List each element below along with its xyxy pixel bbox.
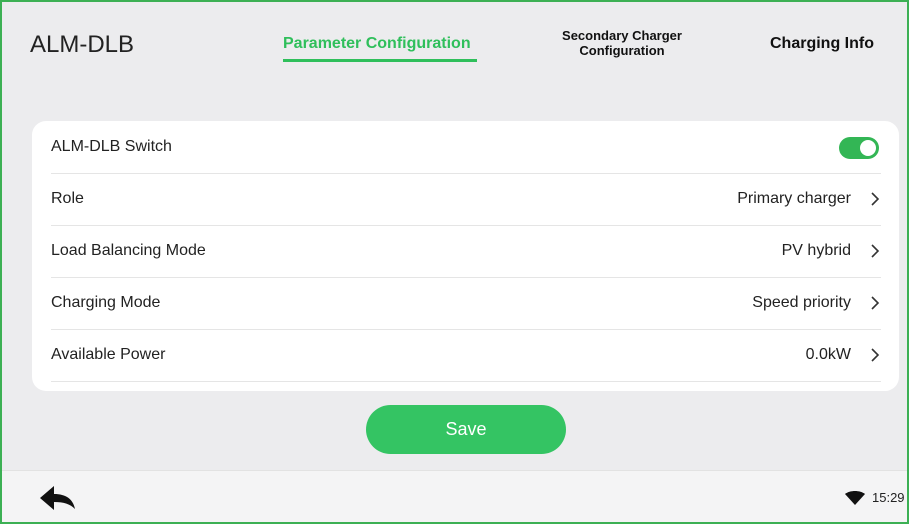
role-row[interactable]: Role Primary charger <box>51 173 881 226</box>
load-balancing-mode-row[interactable]: Load Balancing Mode PV hybrid <box>51 225 881 278</box>
chevron-right-icon <box>871 192 880 206</box>
charging-mode-value: Speed priority <box>752 294 851 311</box>
alm-dlb-switch-row: ALM-DLB Switch <box>51 121 881 174</box>
available-power-row[interactable]: Available Power 0.0kW <box>51 329 881 382</box>
chevron-right-icon <box>871 348 880 362</box>
charging-mode-label: Charging Mode <box>51 294 161 311</box>
chevron-right-icon <box>871 296 880 310</box>
tab-charging-info[interactable]: Charging Info <box>770 35 874 53</box>
wifi-icon <box>845 491 865 505</box>
alm-dlb-switch-label: ALM-DLB Switch <box>51 138 172 155</box>
load-balancing-mode-label: Load Balancing Mode <box>51 242 206 259</box>
charging-mode-row[interactable]: Charging Mode Speed priority <box>51 277 881 330</box>
tab-parameter-configuration[interactable]: Parameter Configuration <box>283 35 471 53</box>
tab-secondary-charger-configuration[interactable]: Secondary Charger Configuration <box>542 28 702 58</box>
save-button[interactable]: Save <box>366 405 566 454</box>
available-power-label: Available Power <box>51 346 166 363</box>
role-value: Primary charger <box>737 190 851 207</box>
active-tab-indicator <box>283 59 477 62</box>
role-label: Role <box>51 190 84 207</box>
header: ALM-DLB Parameter Configuration Secondar… <box>2 2 907 92</box>
alm-dlb-switch-toggle[interactable] <box>839 137 879 159</box>
app-window: ALM-DLB Parameter Configuration Secondar… <box>0 0 909 524</box>
load-balancing-mode-value: PV hybrid <box>781 242 851 259</box>
available-power-value: 0.0kW <box>805 346 851 363</box>
toggle-knob <box>860 140 876 156</box>
bottom-bar: 15:29 <box>2 470 907 522</box>
back-arrow-icon[interactable] <box>38 485 76 511</box>
chevron-right-icon <box>871 244 880 258</box>
app-title: ALM-DLB <box>30 31 135 58</box>
status-time: 15:29 <box>872 490 905 505</box>
settings-card: ALM-DLB Switch Role Primary charger Load… <box>32 121 899 391</box>
